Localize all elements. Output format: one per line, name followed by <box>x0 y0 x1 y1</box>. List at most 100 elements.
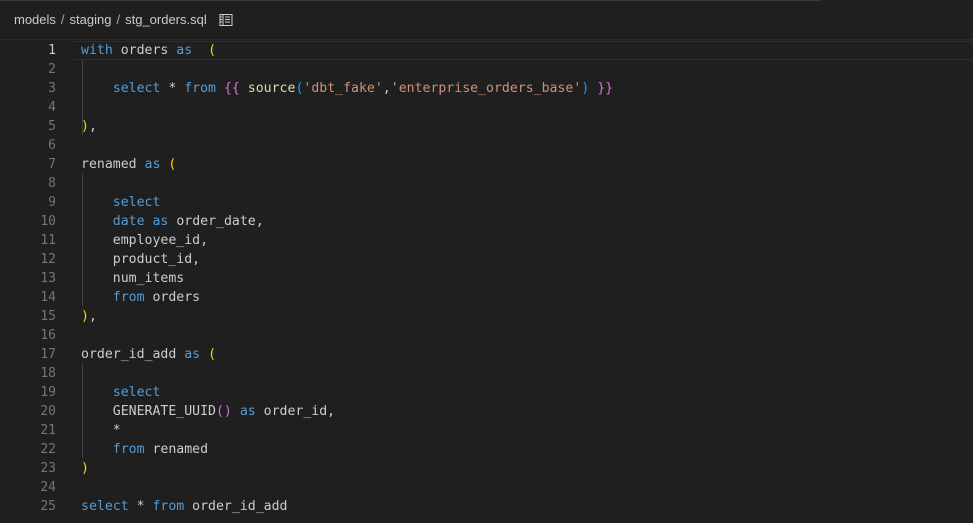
line-number: 20 <box>40 404 56 419</box>
code-token: select <box>112 385 161 400</box>
code-line[interactable]: 9 select <box>0 193 973 212</box>
code-line[interactable]: 17 order_id_add as ( <box>0 345 973 364</box>
code-token: ( <box>208 43 217 58</box>
code-line[interactable]: 24 <box>0 478 973 497</box>
code-token: select <box>81 499 129 514</box>
line-number: 1 <box>48 43 56 58</box>
code-editor[interactable]: 1 with orders as (2 3 select * from {{ sou… <box>0 39 973 523</box>
code-token: source <box>247 81 296 96</box>
breadcrumb-separator: / <box>60 11 65 27</box>
breadcrumb-folder-models[interactable]: models <box>14 12 56 27</box>
code-text[interactable]: ), <box>81 117 97 136</box>
code-token: as <box>184 347 201 362</box>
breadcrumb-folder-staging[interactable]: staging <box>70 12 112 27</box>
code-token: () <box>215 404 232 419</box>
code-token: * <box>160 81 185 96</box>
breadcrumb-file[interactable]: stg_orders.sql <box>125 12 207 27</box>
code-token: GENERATE_UUID <box>81 404 216 419</box>
breadcrumb: models / staging / stg_orders.sql <box>14 9 233 29</box>
line-number: 24 <box>40 480 56 495</box>
code-text[interactable]: num_items <box>81 269 184 288</box>
code-line[interactable]: 1 with orders as ( <box>0 41 973 60</box>
code-token: employee_id, <box>81 233 209 248</box>
code-line[interactable]: 14 from orders <box>0 288 973 307</box>
code-text[interactable]: select <box>81 193 161 212</box>
code-token: from <box>184 81 216 96</box>
code-token: select <box>112 81 161 96</box>
code-text[interactable]: * <box>81 421 121 440</box>
line-number: 22 <box>40 442 56 457</box>
code-token: 'enterprise_orders_base' <box>390 81 582 96</box>
code-line[interactable]: 15), <box>0 307 973 326</box>
code-text[interactable]: product_id, <box>81 250 200 269</box>
code-line[interactable]: 8 <box>0 174 973 193</box>
line-number: 23 <box>40 461 56 476</box>
code-text[interactable]: ), <box>81 307 97 326</box>
line-number: 9 <box>48 195 56 210</box>
line-number: 12 <box>40 252 56 267</box>
code-line[interactable]: 7 renamed as ( <box>0 155 973 174</box>
code-line[interactable]: 6 <box>0 136 973 155</box>
line-number: 17 <box>40 347 56 362</box>
code-token: renamed <box>81 157 145 172</box>
code-line[interactable]: 11 employee_id, <box>0 231 973 250</box>
code-line[interactable]: 3 select * from {{ source('dbt_fake','en… <box>0 79 973 98</box>
line-number: 14 <box>40 290 56 305</box>
code-token: date <box>112 214 145 229</box>
code-line[interactable]: 13 num_items <box>0 269 973 288</box>
code-text[interactable]: employee_id, <box>81 231 208 250</box>
line-number: 2 <box>48 62 56 77</box>
line-number: 19 <box>40 385 56 400</box>
line-number: 11 <box>40 233 56 248</box>
line-number: 21 <box>40 423 56 438</box>
breadcrumb-separator: / <box>116 11 121 27</box>
line-number: 6 <box>48 138 56 153</box>
code-text[interactable]: select * from order_id_add <box>81 497 287 516</box>
code-line[interactable]: 10 date as order_date, <box>0 212 973 231</box>
line-number: 3 <box>48 81 56 96</box>
code-token: 'dbt_fake' <box>303 81 383 96</box>
code-line[interactable]: 4 <box>0 98 973 117</box>
code-text[interactable]: from renamed <box>81 440 208 459</box>
code-line[interactable]: 23) <box>0 459 973 478</box>
code-token: select <box>112 195 161 210</box>
code-line[interactable]: 20 GENERATE_UUID() as order_id, <box>0 402 973 421</box>
code-line[interactable]: 2 <box>0 60 973 79</box>
code-token: {{ <box>223 81 240 96</box>
code-text[interactable]: date as order_date, <box>81 212 264 231</box>
code-token: ) <box>81 309 89 324</box>
code-token: from <box>112 442 145 457</box>
line-number: 16 <box>40 328 56 343</box>
list-outline-icon[interactable] <box>219 13 233 27</box>
code-token: num_items <box>81 271 185 286</box>
code-line[interactable]: 25 select * from order_id_add <box>0 497 973 516</box>
code-line[interactable]: 18 <box>0 364 973 383</box>
code-token: }} <box>597 81 614 96</box>
code-text[interactable]: renamed as ( <box>81 155 176 174</box>
code-token: order_id_add <box>184 499 288 514</box>
code-text[interactable]: from orders <box>81 288 200 307</box>
code-line[interactable]: 19 select <box>0 383 973 402</box>
code-token: * <box>81 423 121 438</box>
code-line[interactable]: 22 from renamed <box>0 440 973 459</box>
code-line[interactable]: 21 * <box>0 421 973 440</box>
code-token: from <box>152 499 185 514</box>
code-text[interactable]: select <box>81 383 161 402</box>
code-line[interactable]: 16 <box>0 326 973 345</box>
code-text[interactable]: GENERATE_UUID() as order_id, <box>81 402 335 421</box>
code-text[interactable]: with orders as ( <box>81 41 216 60</box>
code-line[interactable]: 12 product_id, <box>0 250 973 269</box>
code-token: , <box>88 119 97 134</box>
code-text[interactable]: ) <box>81 459 89 478</box>
code-token: ) <box>81 461 89 476</box>
code-text[interactable]: select * from {{ source('dbt_fake','ente… <box>81 79 613 98</box>
code-text[interactable]: order_id_add as ( <box>81 345 216 364</box>
code-line[interactable]: 5), <box>0 117 973 136</box>
